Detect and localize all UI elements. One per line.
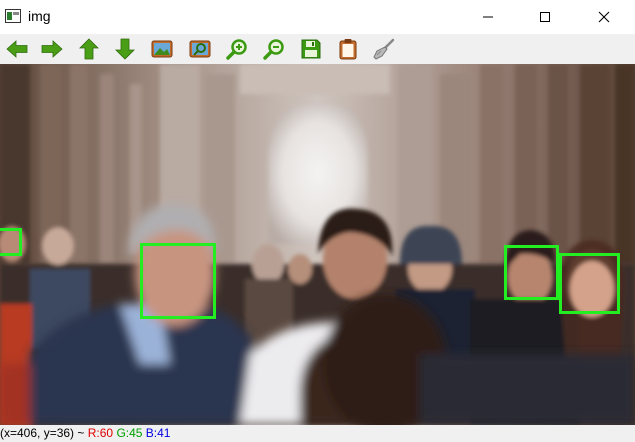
copy-button[interactable] — [335, 37, 361, 61]
arrow-left-icon — [6, 40, 28, 58]
minimize-icon — [483, 16, 493, 18]
maximize-icon — [540, 12, 550, 22]
zoom-fit-button[interactable] — [187, 37, 213, 61]
window-title: img — [28, 8, 51, 24]
status-bar: (x=406, y=36) ~ R:60 G:45 B:41 — [0, 425, 635, 442]
save-icon — [301, 39, 321, 59]
minimize-button[interactable] — [465, 0, 511, 34]
face-detection-box — [559, 253, 620, 314]
zoom-out-icon — [263, 39, 284, 60]
zoom-in-button[interactable] — [224, 37, 250, 61]
pan-down-button[interactable] — [112, 37, 138, 61]
arrow-down-icon — [115, 38, 135, 60]
face-detection-box — [0, 228, 22, 256]
zoom-out-button[interactable] — [261, 37, 287, 61]
close-icon — [598, 11, 610, 23]
maximize-button[interactable] — [522, 0, 568, 34]
clipboard-icon — [339, 39, 357, 60]
cursor-coordinates: (x=406, y=36) ~ — [0, 426, 88, 440]
title-bar: img — [0, 0, 635, 34]
arrow-right-icon — [41, 40, 63, 58]
face-detection-box — [140, 243, 216, 319]
arrow-up-icon — [79, 38, 99, 60]
save-button[interactable] — [298, 37, 324, 61]
pan-right-button[interactable] — [39, 37, 65, 61]
image-zoom-icon — [189, 40, 211, 58]
pixel-green-value: G:45 — [116, 426, 143, 440]
image-canvas[interactable] — [0, 64, 635, 425]
image-icon — [151, 40, 173, 58]
close-button[interactable] — [581, 0, 627, 34]
face-detection-box — [504, 245, 559, 300]
pan-up-button[interactable] — [76, 37, 102, 61]
pan-left-button[interactable] — [4, 37, 30, 61]
pixel-red-value: R:60 — [87, 426, 114, 440]
zoom-in-icon — [226, 39, 247, 60]
brush-icon — [373, 38, 395, 60]
toolbar — [0, 34, 635, 65]
app-icon — [5, 9, 21, 23]
zoom-original-button[interactable] — [149, 37, 175, 61]
properties-button[interactable] — [371, 37, 397, 61]
pixel-blue-value: B:41 — [145, 426, 171, 440]
